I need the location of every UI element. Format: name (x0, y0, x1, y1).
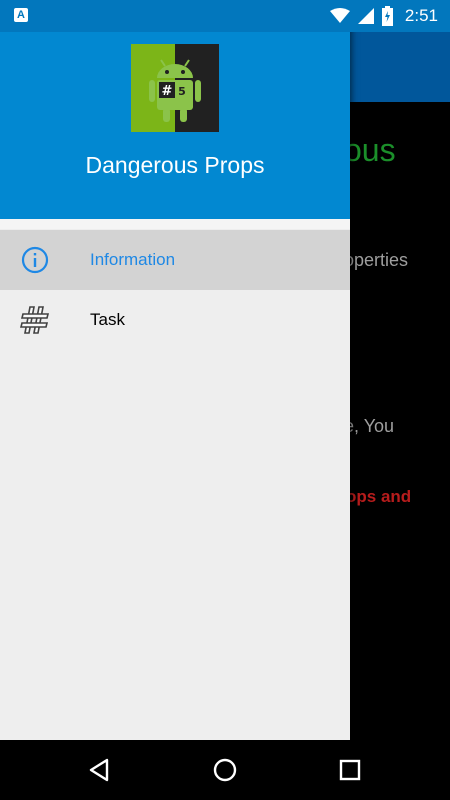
logo-hash-text: # (162, 84, 173, 99)
status-bar: A 2:51 (0, 0, 450, 32)
status-time: 2:51 (404, 6, 438, 25)
battery-charging-icon (381, 6, 393, 26)
drawer-title: Dangerous Props (85, 152, 265, 178)
drawer-header: # 5 Dangerous Props (0, 32, 350, 219)
wifi-icon (329, 8, 350, 23)
background-warning-text: ops and (346, 487, 412, 506)
signal-icon (357, 8, 374, 24)
drawer-item-information[interactable]: Information (0, 230, 350, 290)
system-navigation-bar (0, 740, 450, 800)
status-icons: 2:51 (329, 0, 438, 32)
navigation-drawer: # 5 Dangerous Props Information Task (0, 0, 350, 740)
recents-button[interactable] (335, 755, 365, 785)
drawer-divider (0, 219, 350, 229)
back-button[interactable] (85, 755, 115, 785)
home-button[interactable] (210, 755, 240, 785)
hashtag-icon (20, 306, 50, 334)
accessibility-notification-icon: A (14, 8, 28, 22)
logo-number-text: 5 (178, 85, 186, 98)
background-text-line: operties (344, 250, 409, 270)
drawer-item-label: Task (90, 310, 125, 329)
drawer-item-task[interactable]: Task (0, 290, 350, 350)
background-title-text: ous (344, 132, 396, 168)
info-icon (21, 246, 49, 274)
drawer-item-label: Information (90, 250, 176, 269)
background-text-line: e, You (344, 416, 395, 436)
app-logo: # 5 (131, 44, 219, 132)
